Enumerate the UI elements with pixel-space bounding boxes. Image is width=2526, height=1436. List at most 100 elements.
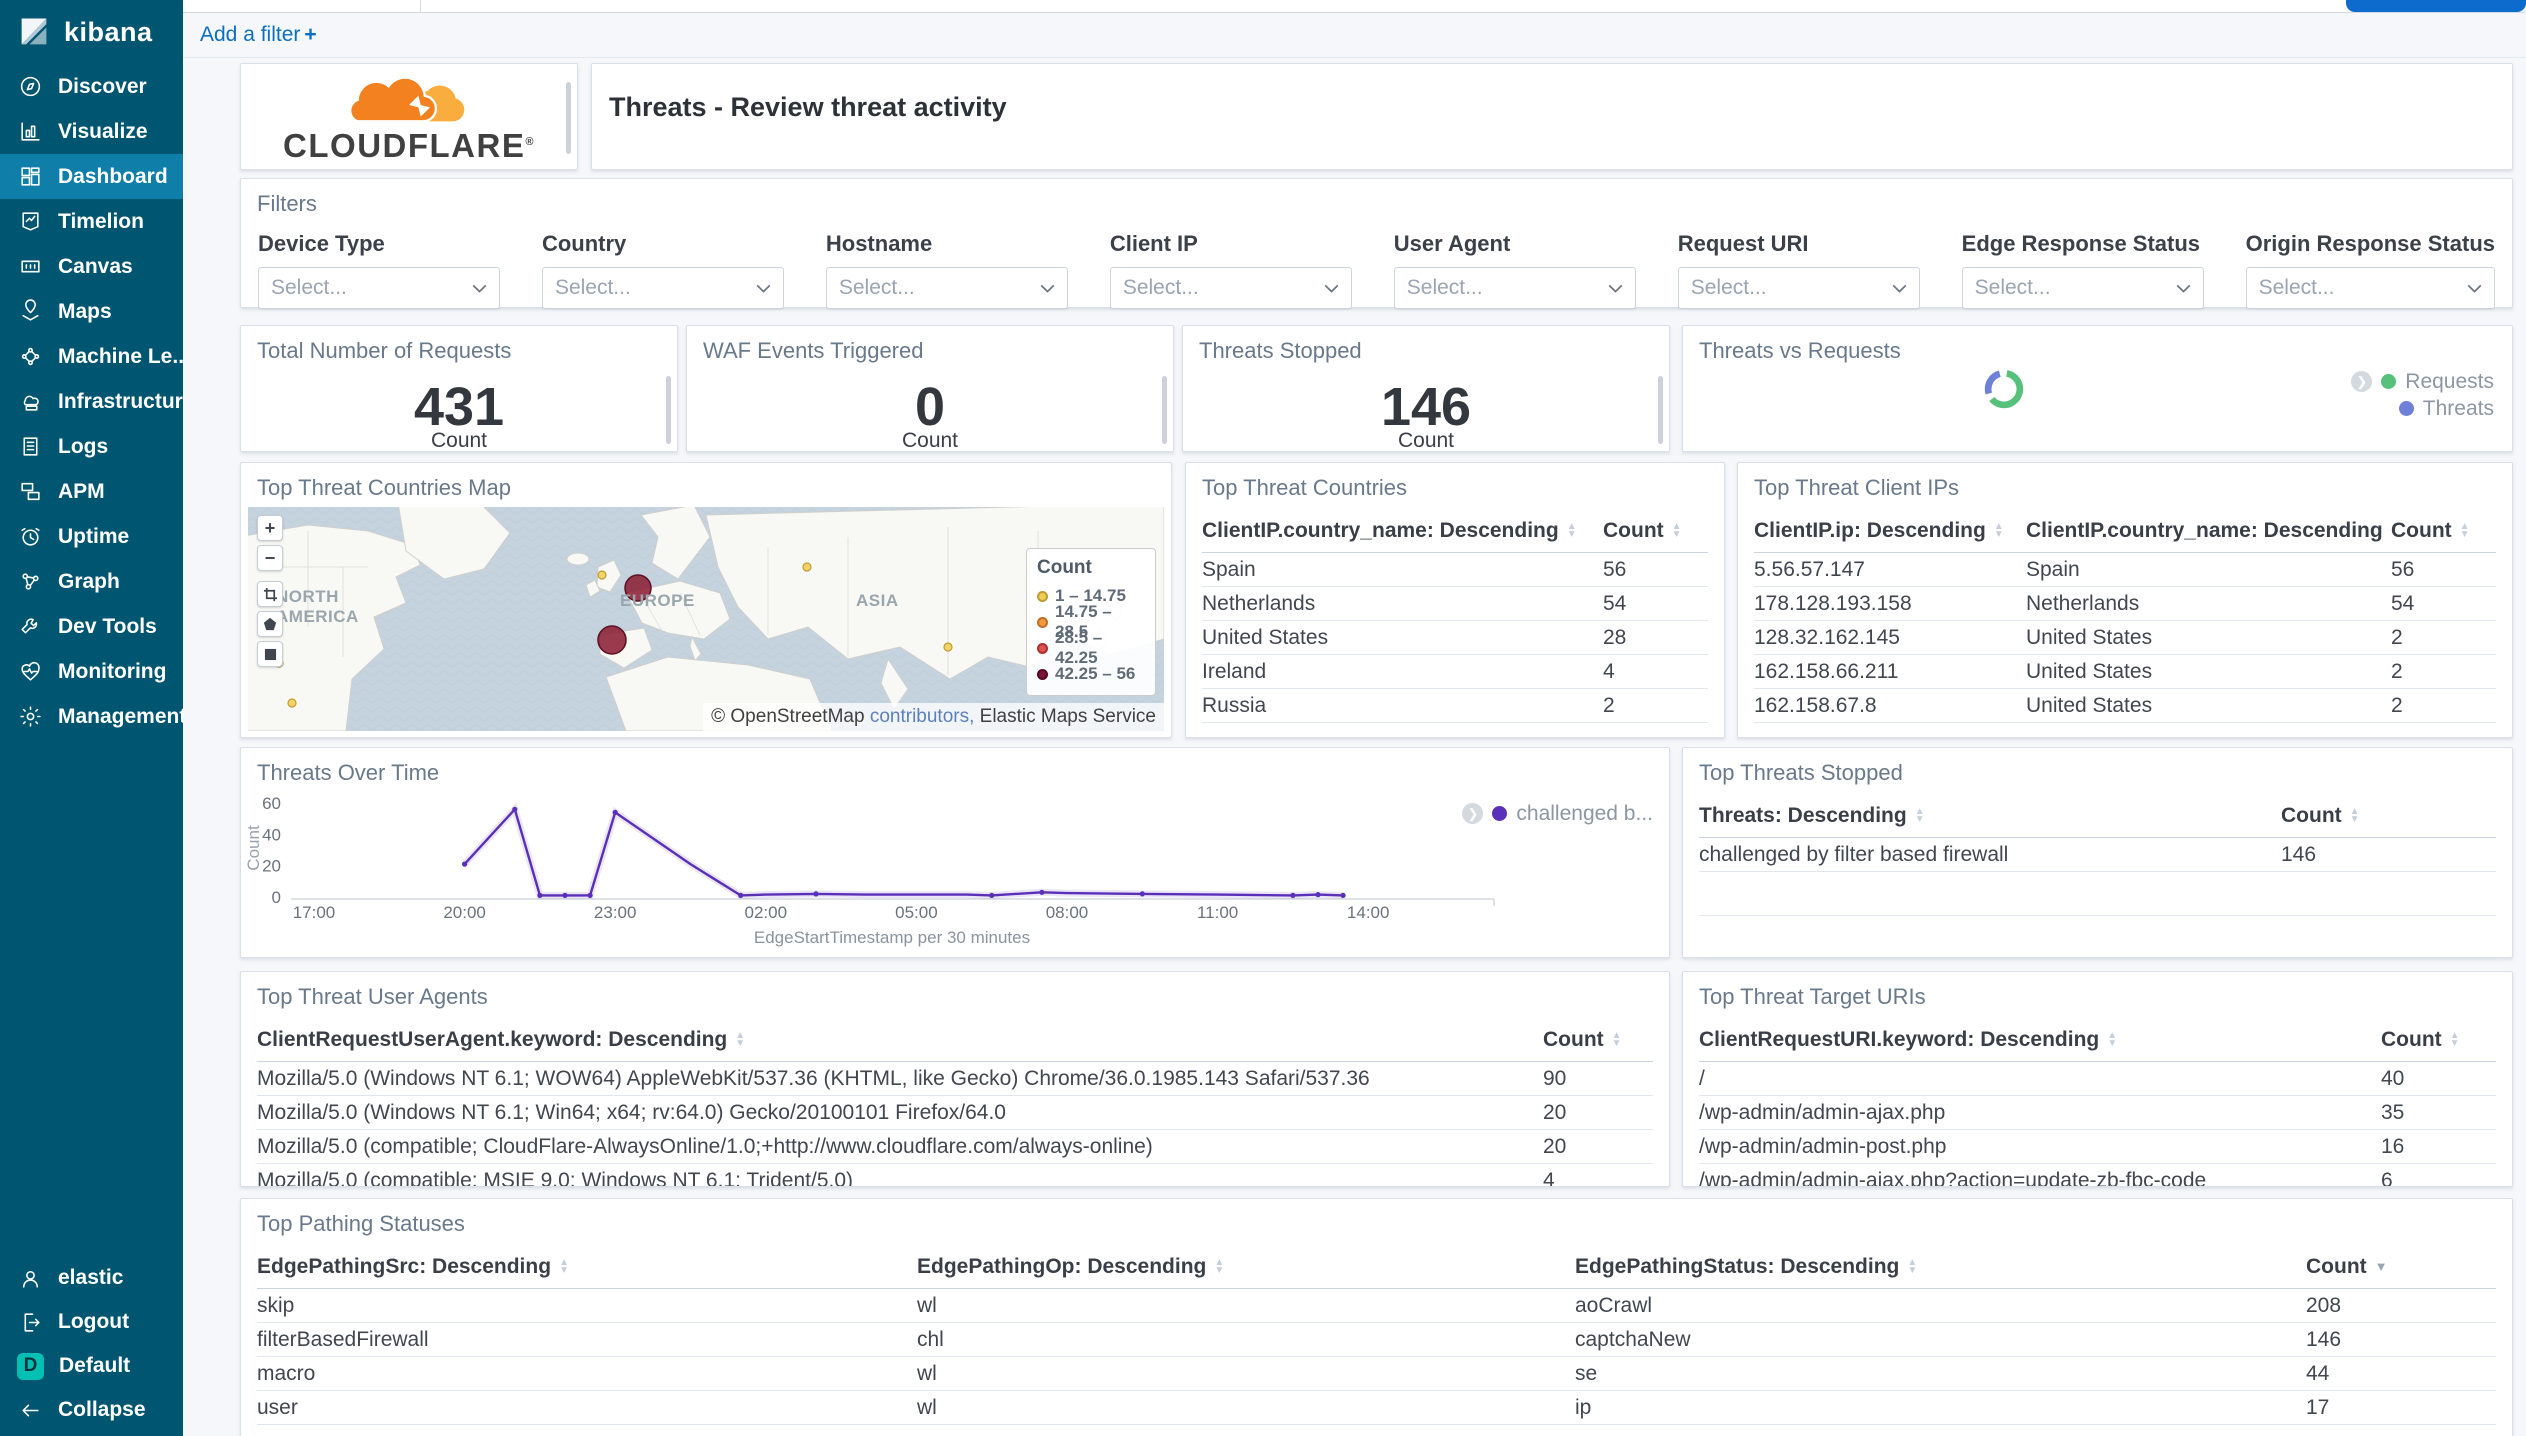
svg-text:EdgeStartTimestamp per 30 minu: EdgeStartTimestamp per 30 minutes	[754, 928, 1030, 947]
threats-vs-requests-donut[interactable]	[1979, 364, 2029, 414]
filter-select-country[interactable]: Select...	[541, 267, 784, 309]
svg-text:20: 20	[262, 857, 281, 876]
sidebar-item-label: Logs	[58, 434, 109, 458]
filter-select-request-uri[interactable]: Select...	[1677, 267, 1920, 309]
threats-over-time-chart[interactable]: 0 20 40 60 17:00 20:00 23:00 02:00 05:00 08:00 11:…	[241, 748, 1669, 957]
column-header[interactable]: Count ▲ ▼	[2281, 804, 2496, 828]
sidebar-footer-label: Default	[59, 1354, 131, 1377]
column-header[interactable]: EdgePathingSrc: Descending ▲ ▼	[257, 1255, 917, 1279]
sidebar-item-discover[interactable]: Discover	[0, 64, 183, 109]
filter-select-origin-response-status[interactable]: Select...	[2245, 267, 2495, 309]
column-header[interactable]: ClientIP.country_name: Descending▲▼	[2026, 519, 2391, 543]
column-header[interactable]: EdgePathingOp: Descending ▲ ▼	[917, 1255, 1575, 1279]
table-cell: Mozilla/5.0 (compatible; CloudFlare-Alwa…	[257, 1134, 1153, 1158]
sidebar-item-infrastructure[interactable]: Infrastructure	[0, 379, 183, 424]
filter-select-edge-response-status[interactable]: Select...	[1961, 267, 2204, 309]
svg-text:0: 0	[272, 888, 281, 907]
table-row: Russia 2	[1202, 689, 1708, 723]
panel-scrollbar[interactable]	[566, 82, 571, 154]
column-header[interactable]: ClientIP.country_name: Descending▲▼	[1202, 519, 1603, 543]
threats-over-time-panel: Threats Over Time 0 20 40 60 17:00 20:00 23:00…	[240, 747, 1670, 958]
filter-label: Client IP	[1109, 231, 1198, 256]
top-query-strip	[183, 0, 2526, 13]
metric-waf-events: WAF Events Triggered 0 Count	[686, 325, 1174, 452]
column-header[interactable]: Count ▲ ▼	[2381, 1028, 2496, 1052]
sidebar-item-label: Uptime	[58, 524, 130, 548]
map-polygon-tool-button[interactable]	[257, 611, 283, 637]
sidebar-item-graph[interactable]: Graph	[0, 559, 183, 604]
sidebar-item-monitoring[interactable]: Monitoring	[0, 649, 183, 694]
column-header[interactable]: Count ▲ ▼	[1543, 1028, 1653, 1052]
sidebar-footer-elastic[interactable]: elastic	[0, 1256, 183, 1300]
sidebar-item-dev-tools[interactable]: Dev Tools	[0, 604, 183, 649]
cloudflare-logo: CLOUDFLARE®	[283, 70, 535, 165]
world-map[interactable]: NORTH AMERICA EUROPE ASIA + − Count 1 – …	[248, 507, 1164, 731]
map-legend-item: 28.5 – 42.25	[1037, 628, 1145, 667]
legend-toggle-icon[interactable]: ❯	[2351, 371, 2373, 392]
svg-text:17:00: 17:00	[293, 903, 336, 922]
metric-label: Count	[901, 429, 959, 452]
column-header[interactable]: Threats: Descending ▲ ▼	[1699, 804, 2281, 828]
legend-toggle-icon[interactable]: ❯	[1462, 803, 1484, 824]
sidebar-item-visualize[interactable]: Visualize	[0, 109, 183, 154]
sidebar-item-maps[interactable]: Maps	[0, 289, 183, 334]
sidebar-item-management[interactable]: Management	[0, 694, 183, 739]
kibana-logo[interactable]: kibana	[0, 0, 183, 64]
map-legend-item: 42.25 – 56	[1037, 661, 1145, 687]
filter-select-user-agent[interactable]: Select...	[1393, 267, 1636, 309]
sidebar-item-uptime[interactable]: Uptime	[0, 514, 183, 559]
sidebar-item-machine-le-[interactable]: Machine Le...	[0, 334, 183, 379]
filter-label: Device Type	[258, 231, 385, 256]
sidebar-footer-logout[interactable]: Logout	[0, 1300, 183, 1344]
add-filter-link[interactable]: Add a filter +	[200, 23, 317, 47]
panel-scrollbar[interactable]	[1658, 376, 1663, 444]
filter-group-device-type: Device Type Select...	[258, 231, 500, 309]
sort-icon: ▲ ▼	[1993, 521, 2004, 540]
sidebar-item-timelion[interactable]: Timelion	[0, 199, 183, 244]
filter-select-client-ip[interactable]: Select...	[1109, 267, 1352, 309]
update-button[interactable]	[2346, 0, 2526, 12]
metric-total-requests: Total Number of Requests 431 Count	[240, 325, 678, 452]
map-crop-tool-button[interactable]	[257, 581, 283, 607]
sidebar-item-label: Visualize	[58, 119, 148, 143]
filter-group-client-ip: Client IP Select...	[1109, 231, 1352, 309]
map-zoom-in-button[interactable]: +	[257, 515, 283, 541]
svg-text:11:00: 11:00	[1197, 903, 1238, 922]
filters-panel: Filters Device Type Select... Country Selec…	[240, 178, 2513, 309]
column-header[interactable]: Count ▲ ▼	[2391, 519, 2496, 543]
panel-scrollbar[interactable]	[666, 376, 671, 444]
filter-label: Request URI	[1677, 231, 1809, 256]
table-cell: United States	[2026, 693, 2153, 717]
sidebar-footer-collapse[interactable]: Collapse	[0, 1388, 183, 1432]
column-header[interactable]: ClientRequestURI.keyword: Descending ▲ ▼	[1699, 1028, 2381, 1052]
column-header[interactable]: ClientRequestUserAgent.keyword: Descendi…	[257, 1028, 1543, 1052]
canvas-icon	[18, 254, 43, 279]
sidebar-footer-default[interactable]: D Default	[0, 1344, 183, 1388]
table-row: 162.158.66.211 United States 2	[1754, 655, 2496, 689]
legend-label[interactable]: Requests	[2405, 370, 2494, 394]
map-zoom-out-button[interactable]: −	[257, 545, 283, 571]
table-cell: 20	[1543, 1100, 1567, 1124]
table-cell: United States	[1202, 625, 1329, 649]
panel-scrollbar[interactable]	[1162, 376, 1167, 444]
column-header[interactable]: Count ▲ ▼	[1603, 519, 1708, 543]
filter-select-device-type[interactable]: Select...	[258, 267, 500, 309]
sidebar-item-dashboard[interactable]: Dashboard	[0, 154, 183, 199]
table-cell: /	[1699, 1066, 1705, 1090]
table-cell: Ireland	[1202, 659, 1267, 683]
space-badge: D	[17, 1352, 44, 1380]
column-header[interactable]: ClientIP.ip: Descending ▲ ▼	[1754, 519, 2026, 543]
osm-contributors-link[interactable]: contributors,	[870, 706, 975, 727]
legend-label[interactable]: challenged b...	[1516, 802, 1653, 826]
top-threat-countries-title: Top Threat Countries	[1202, 475, 1408, 500]
sidebar-item-canvas[interactable]: Canvas	[0, 244, 183, 289]
legend-label[interactable]: Threats	[2423, 397, 2494, 421]
filter-select-hostname[interactable]: Select...	[825, 267, 1068, 309]
sidebar-item-apm[interactable]: APM	[0, 469, 183, 514]
sort-icon: ▲ ▼	[2459, 521, 2470, 540]
column-header[interactable]: EdgePathingStatus: Descending ▲ ▼	[1575, 1255, 2306, 1279]
column-header[interactable]: Count ▼	[2306, 1255, 2496, 1279]
sidebar-item-logs[interactable]: Logs	[0, 424, 183, 469]
map-rectangle-tool-button[interactable]	[257, 641, 283, 667]
select-placeholder: Select...	[838, 276, 915, 299]
